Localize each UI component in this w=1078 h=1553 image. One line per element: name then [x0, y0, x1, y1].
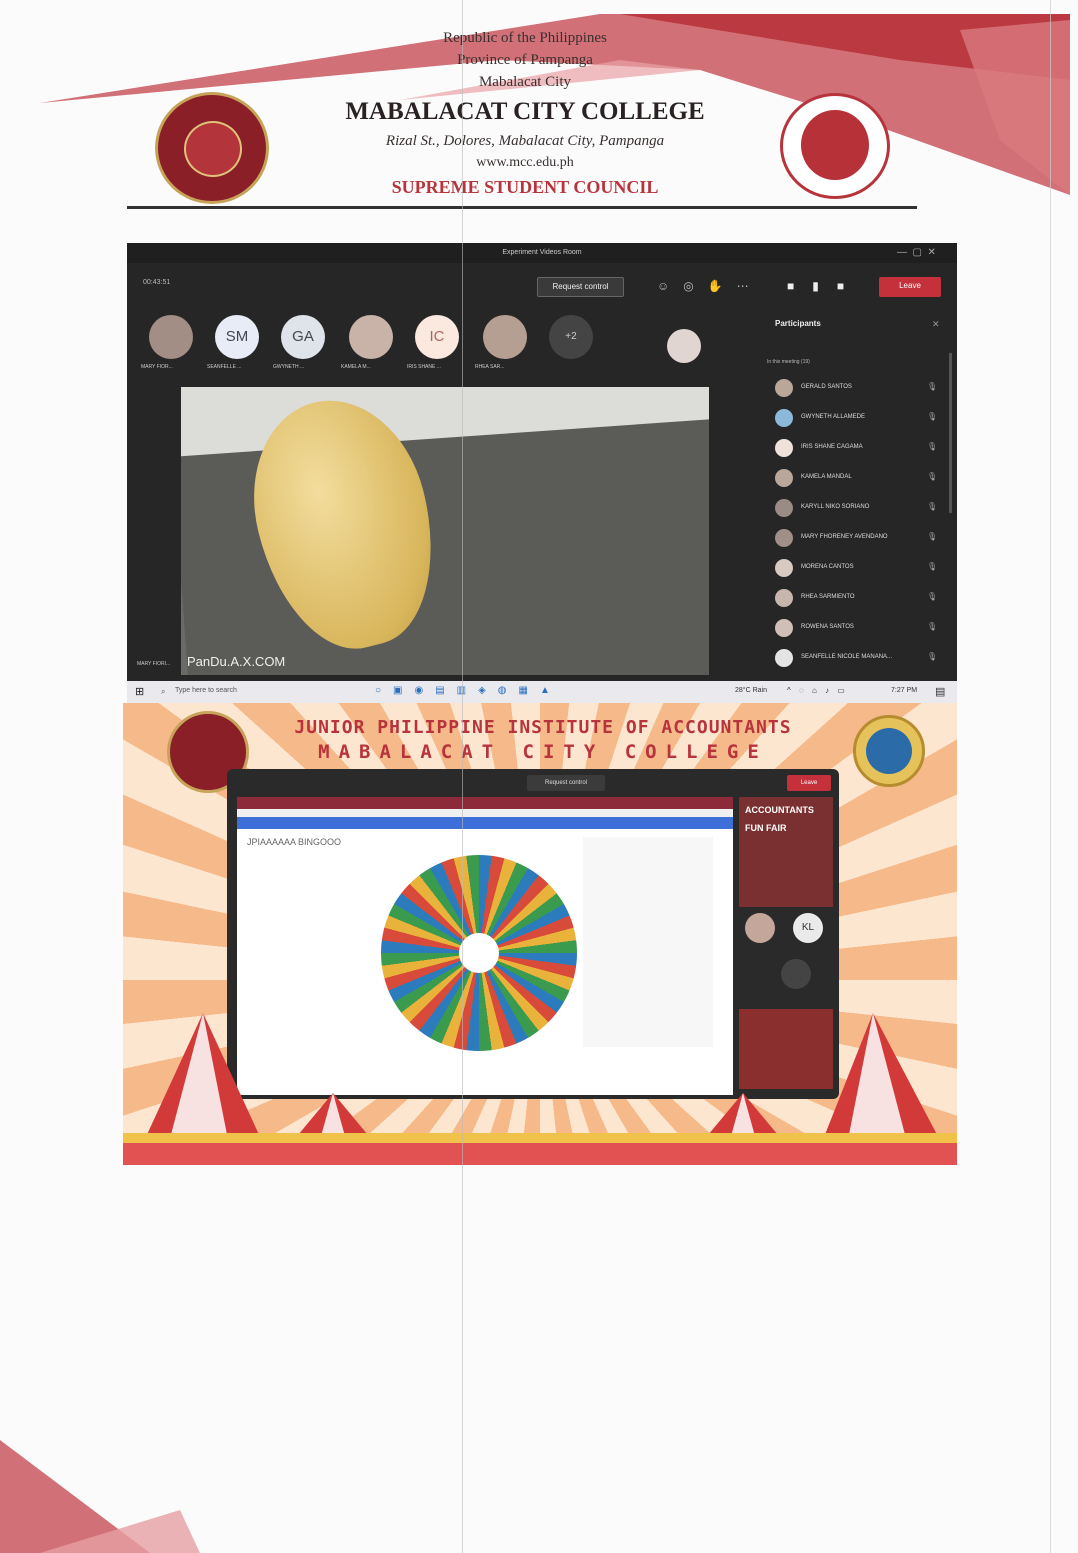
toolbar-icons[interactable]: ☺◎✋⋯ [657, 279, 763, 293]
participant-row[interactable]: SEANFELLE NICOLE MANANA... 🎙 [775, 649, 945, 669]
mic-icon: 🎙 [927, 472, 938, 481]
participant-row[interactable]: GERALD SANTOS 🎙 [775, 379, 945, 399]
participant-avatar[interactable] [483, 315, 527, 359]
weather-widget[interactable]: 28°C Rain [735, 687, 767, 694]
meeting-timer: 00:43:51 [143, 279, 171, 286]
system-tray-icons[interactable]: ^ ◌ ⌂ ♪ ▭ [787, 686, 848, 695]
footer-decoration [0, 1440, 200, 1553]
shared-video [181, 387, 709, 675]
notification-icon[interactable]: ▤ [935, 685, 945, 698]
participant-row[interactable]: KAMELA MANDAL 🎙 [775, 469, 945, 489]
college-seal-left [155, 92, 269, 204]
mic-icon: 🎙 [927, 412, 938, 421]
participant-avatar[interactable]: KL [793, 913, 823, 943]
council-name: SUPREME STUDENT COUNCIL [391, 177, 659, 197]
mic-icon: 🎙 [927, 592, 938, 601]
participant-row[interactable]: MORENA CANTOS 🎙 [775, 559, 945, 579]
video-watermark: PanDu.A.X.COM [187, 654, 286, 669]
mic-icon: 🎙 [927, 562, 938, 571]
council-seal-right [780, 93, 890, 199]
self-avatar [667, 329, 701, 363]
mic-icon: 🎙 [927, 622, 938, 631]
participant-row[interactable]: GWYNETH ALLAMEDE 🎙 [775, 409, 945, 429]
participant-avatar[interactable] [149, 315, 193, 359]
jpia-logo [853, 715, 925, 787]
header-line-3: Mabalacat City [478, 74, 572, 90]
teams-window: Experiment Videos Room — ▢ ✕ 00:43:51 Re… [127, 243, 957, 681]
request-control-button[interactable]: Request control [527, 775, 605, 791]
media-icons[interactable]: ■▮■ [787, 279, 862, 293]
page-fold-line [462, 0, 463, 1553]
header-divider [127, 206, 917, 209]
clock[interactable]: 7:27 PM [891, 687, 917, 694]
mic-icon: 🎙 [927, 532, 938, 541]
header-line-1: Republic of the Philippines [443, 30, 607, 46]
leave-button[interactable]: Leave [787, 775, 831, 791]
avatar-label: IRIS SHANE ... [407, 364, 441, 370]
presenter-name: MARY FIORI... [137, 661, 171, 667]
college-website[interactable]: www.mcc.edu.ph [290, 155, 760, 171]
window-title: Experiment Videos Room [502, 249, 582, 256]
mic-icon: 🎙 [927, 382, 938, 391]
avatar-label: MARY FIOR... [141, 364, 173, 370]
taskbar-search[interactable]: Type here to search [175, 687, 237, 694]
participant-avatar[interactable]: SM [215, 315, 259, 359]
leave-button[interactable]: Leave [879, 277, 941, 297]
mic-icon: 🎙 [927, 652, 938, 661]
pinned-app-icons[interactable]: ○▣◉▤▥◈◍▦▲ [375, 685, 562, 696]
participant-row[interactable]: ROWENA SANTOS 🎙 [775, 619, 945, 639]
participant-row[interactable]: MARY FHORENEY AVENDANO 🎙 [775, 529, 945, 549]
page-edge-line [1050, 0, 1051, 1553]
request-control-button[interactable]: Request control [537, 277, 624, 297]
window-controls[interactable]: — ▢ ✕ [897, 247, 936, 258]
participant-avatar[interactable] [349, 315, 393, 359]
more-participants[interactable]: +2 [549, 315, 593, 359]
participant-row[interactable]: RHEA SARMIENTO 🎙 [775, 589, 945, 609]
windows-start-icon[interactable]: ⊞ [135, 685, 144, 698]
participant-avatar[interactable]: GA [281, 315, 325, 359]
close-icon[interactable]: ✕ [932, 319, 940, 330]
participant-row[interactable]: IRIS SHANE CAGAMA 🎙 [775, 439, 945, 459]
circus-tents [123, 1013, 957, 1165]
avatar-label: KAMELA M... [341, 364, 371, 370]
participants-title: Participants [775, 319, 821, 328]
avatar-label: RHEA SAR... [475, 364, 505, 370]
header-line-2: Province of Pampanga [457, 52, 593, 68]
avatar-label: GWYNETH ... [273, 364, 305, 370]
college-name: MABALACAT CITY COLLEGE [345, 98, 705, 125]
mic-icon: 🎙 [927, 502, 938, 511]
participant-row[interactable]: KARYLL NIKO SORIANO 🎙 [775, 499, 945, 519]
panel-scrollbar[interactable] [949, 353, 952, 513]
participant-avatar[interactable]: IC [415, 315, 459, 359]
in-meeting-label[interactable]: In this meeting (19) [767, 359, 810, 365]
avatar-label: SEANFELLE ... [207, 364, 242, 370]
college-address: Rizal St., Dolores, Mabalacat City, Pamp… [385, 133, 665, 149]
banner-text: ACCOUNTANTS FUN FAIR [745, 805, 814, 833]
participant-avatar[interactable] [745, 913, 775, 943]
speaker-video: ACCOUNTANTS FUN FAIR [739, 797, 833, 907]
mic-icon: 🎙 [927, 442, 938, 451]
search-icon[interactable]: ⌕ [161, 687, 165, 697]
jpia-event-screenshot: JUNIOR PHILIPPINE INSTITUTE OF ACCOUNTAN… [123, 703, 957, 1165]
jpia-title-line-2: MABALACAT CITY COLLEGE [318, 741, 768, 763]
jpia-title-line-1: JUNIOR PHILIPPINE INSTITUTE OF ACCOUNTAN… [294, 717, 792, 738]
windows-taskbar: ⊞ ⌕ Type here to search ○▣◉▤▥◈◍▦▲ 28°C R… [127, 681, 957, 703]
wheel-heading: JPIAAAAAA BINGOOO [247, 837, 342, 847]
